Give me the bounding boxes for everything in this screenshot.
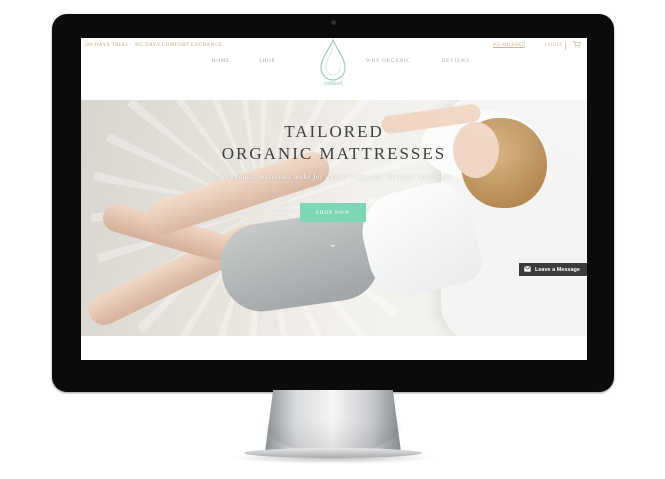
hero-title-line2: ORGANIC MATTRESSES bbox=[221, 144, 447, 163]
chat-label: Leave a Message bbox=[535, 266, 580, 273]
promo-text: 100 DAYS TRIAL · 365 DAYS COMFORT EXCHAN… bbox=[84, 43, 223, 48]
hero-subtitle: Pure organic materials make for a truly … bbox=[213, 173, 455, 181]
nav-why-organic[interactable]: WHY ORGANIC bbox=[366, 59, 411, 64]
stand-base bbox=[244, 448, 422, 458]
chevron-down-icon[interactable]: ⌄ bbox=[328, 240, 338, 250]
header-divider bbox=[565, 42, 566, 50]
cart-icon[interactable] bbox=[573, 41, 581, 50]
webcam-icon bbox=[331, 20, 336, 25]
leave-message-button[interactable]: Leave a Message bbox=[519, 263, 587, 276]
logo-wordmark: milkbed bbox=[323, 81, 343, 87]
nav-reviews[interactable]: REVIEWS bbox=[442, 59, 470, 64]
login-link[interactable]: LOGIN bbox=[545, 43, 563, 48]
mail-icon bbox=[524, 265, 531, 274]
website-screen: 100 DAYS TRIAL · 365 DAYS COMFORT EXCHAN… bbox=[81, 38, 587, 360]
phone-link[interactable]: 855-MILKBED bbox=[493, 43, 525, 48]
hero-banner: TAILORED ORGANIC MATTRESSES Pure organic… bbox=[81, 100, 587, 336]
nav-home[interactable]: HOME bbox=[212, 59, 230, 64]
hero-title-line1: TAILORED bbox=[284, 122, 384, 141]
nav-shop[interactable]: SHOP bbox=[259, 59, 275, 64]
milkbed-logo[interactable] bbox=[317, 38, 349, 96]
shop-now-button[interactable]: SHOP NOW bbox=[300, 203, 366, 222]
